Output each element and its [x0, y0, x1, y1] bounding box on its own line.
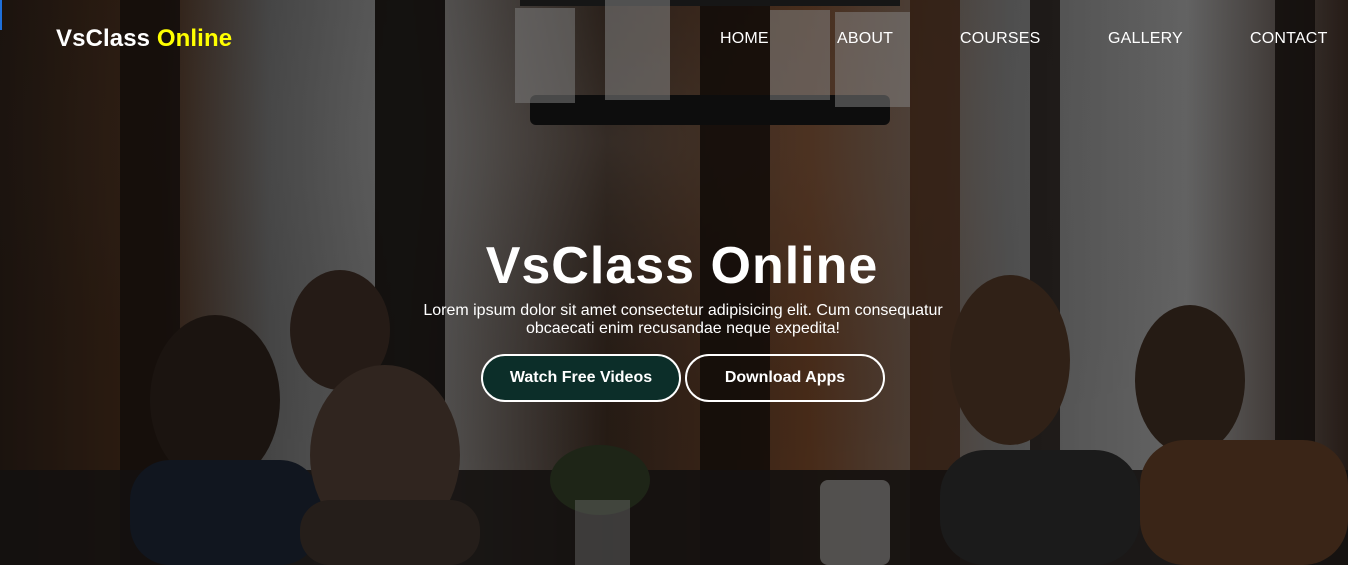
hero-title: VsClass Online	[485, 237, 879, 295]
nav-item-about[interactable]: ABOUT	[837, 30, 893, 48]
nav-item-gallery[interactable]: GALLERY	[1108, 30, 1183, 48]
download-apps-button[interactable]: Download Apps	[685, 354, 885, 402]
hero-content: VsClass Online Lorem ipsum dolor sit ame…	[0, 236, 1348, 338]
hero-section: VsClass Online HOME ABOUT COURSES GALLER…	[0, 0, 1348, 565]
nav-item-contact[interactable]: CONTACT	[1250, 30, 1328, 48]
nav-item-courses[interactable]: COURSES	[960, 30, 1041, 48]
main-navigation: HOME ABOUT COURSES GALLERY CONTACT	[0, 30, 1348, 50]
watch-free-videos-button[interactable]: Watch Free Videos	[481, 354, 681, 402]
hero-description: Lorem ipsum dolor sit amet consectetur a…	[423, 302, 943, 337]
hero-buttons: Watch Free Videos Download Apps	[0, 354, 1348, 402]
focus-indicator	[0, 0, 2, 30]
nav-item-home[interactable]: HOME	[720, 30, 769, 48]
